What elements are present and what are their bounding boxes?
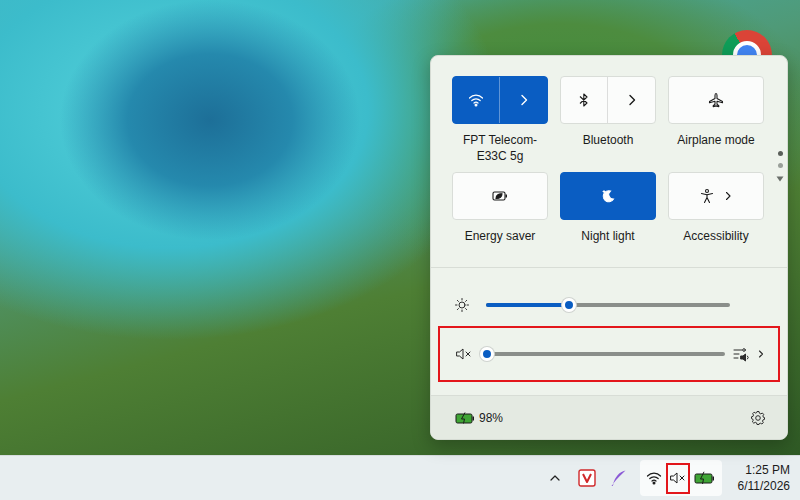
- chevron-right-icon: [723, 190, 733, 202]
- tile-cell: Accessibility: [668, 172, 764, 268]
- accessibility-icon: [699, 188, 715, 204]
- tile-label: Airplane mode: [669, 132, 763, 148]
- antivirus-app-button[interactable]: [572, 461, 602, 495]
- volume-row: [438, 326, 780, 382]
- tile-cell: Bluetooth: [560, 76, 656, 172]
- slider-thumb[interactable]: [562, 298, 576, 312]
- wifi-icon: [646, 471, 662, 485]
- volume-slider[interactable]: [487, 352, 725, 356]
- chevron-up-icon: [549, 473, 561, 483]
- pen-app-button[interactable]: [604, 461, 634, 495]
- audio-output-button[interactable]: [733, 346, 765, 362]
- feather-pen-icon: [610, 469, 628, 487]
- tile-toggle[interactable]: [453, 77, 499, 123]
- tile-cell: Airplane mode: [668, 76, 764, 172]
- screen: FPT Telecom-E33C 5g Bluetooth Airplane mod…: [0, 0, 800, 500]
- system-tray[interactable]: [640, 460, 722, 496]
- tile-label: FPT Telecom-E33C 5g: [453, 132, 547, 164]
- tile-label: Energy saver: [453, 228, 547, 244]
- tile-toggle[interactable]: [669, 173, 763, 219]
- sun-icon: [454, 297, 470, 313]
- sliders-section: [431, 268, 787, 395]
- tile-grid: FPT Telecom-E33C 5g Bluetooth Airplane mod…: [452, 76, 764, 267]
- antivirus-logo-icon: [578, 469, 596, 487]
- night-light-icon: [600, 188, 616, 204]
- tile-expand-button[interactable]: [499, 77, 547, 123]
- tile-cell: FPT Telecom-E33C 5g: [452, 76, 548, 172]
- wifi-icon: [468, 92, 484, 108]
- page-dot[interactable]: [778, 151, 783, 156]
- energy-saver-icon: [491, 189, 509, 203]
- quick-tile[interactable]: [668, 172, 764, 220]
- tile-toggle[interactable]: [561, 77, 607, 123]
- battery-percent: 98%: [479, 411, 503, 425]
- quick-tile[interactable]: [452, 172, 548, 220]
- quick-tile[interactable]: [560, 172, 656, 220]
- tile-cell: Energy saver: [452, 172, 548, 268]
- show-hidden-icons-button[interactable]: [540, 461, 570, 495]
- brightness-row: [431, 285, 780, 325]
- tile-expand-button[interactable]: [607, 77, 655, 123]
- tile-toggle[interactable]: [561, 173, 655, 219]
- chevron-right-icon: [757, 348, 765, 360]
- tile-toggle[interactable]: [453, 173, 547, 219]
- gear-icon[interactable]: [750, 410, 766, 426]
- taskbar: 1:25 PM6/11/2026: [0, 455, 800, 500]
- slider-thumb[interactable]: [480, 347, 494, 361]
- audio-output-icon: [733, 346, 753, 362]
- page-indicator: [773, 76, 787, 267]
- battery-charging-icon: [694, 471, 716, 485]
- arrow-down-icon[interactable]: [775, 175, 785, 183]
- speaker-muted-icon[interactable]: [455, 346, 473, 362]
- bluetooth-icon: [577, 92, 591, 108]
- desktop-wallpaper: FPT Telecom-E33C 5g Bluetooth Airplane mod…: [0, 0, 800, 455]
- clock-date: 6/11/2026: [738, 478, 791, 494]
- battery-charging-icon: [455, 412, 475, 424]
- tile-label: Bluetooth: [561, 132, 655, 148]
- clock-time: 1:25 PM: [745, 462, 790, 478]
- tile-toggle[interactable]: [669, 77, 763, 123]
- chevron-right-icon: [518, 93, 530, 107]
- page-dot[interactable]: [778, 163, 783, 168]
- battery-status[interactable]: 98%: [455, 411, 503, 425]
- quick-settings-panel: FPT Telecom-E33C 5g Bluetooth Airplane mod…: [430, 55, 788, 440]
- taskbar-clock[interactable]: 1:25 PM6/11/2026: [730, 462, 790, 494]
- tile-label: Night light: [561, 228, 655, 244]
- tile-label: Accessibility: [669, 228, 763, 244]
- tray-volume-button[interactable]: [666, 463, 690, 494]
- tile-cell: Night light: [560, 172, 656, 268]
- speaker-muted-icon: [669, 470, 687, 486]
- quick-tile[interactable]: [668, 76, 764, 124]
- brightness-slider[interactable]: [486, 303, 730, 307]
- chevron-right-icon: [626, 93, 638, 107]
- quick-tile[interactable]: [452, 76, 548, 124]
- quick-tile[interactable]: [560, 76, 656, 124]
- airplane-icon: [708, 92, 724, 108]
- panel-footer: 98%: [431, 395, 787, 439]
